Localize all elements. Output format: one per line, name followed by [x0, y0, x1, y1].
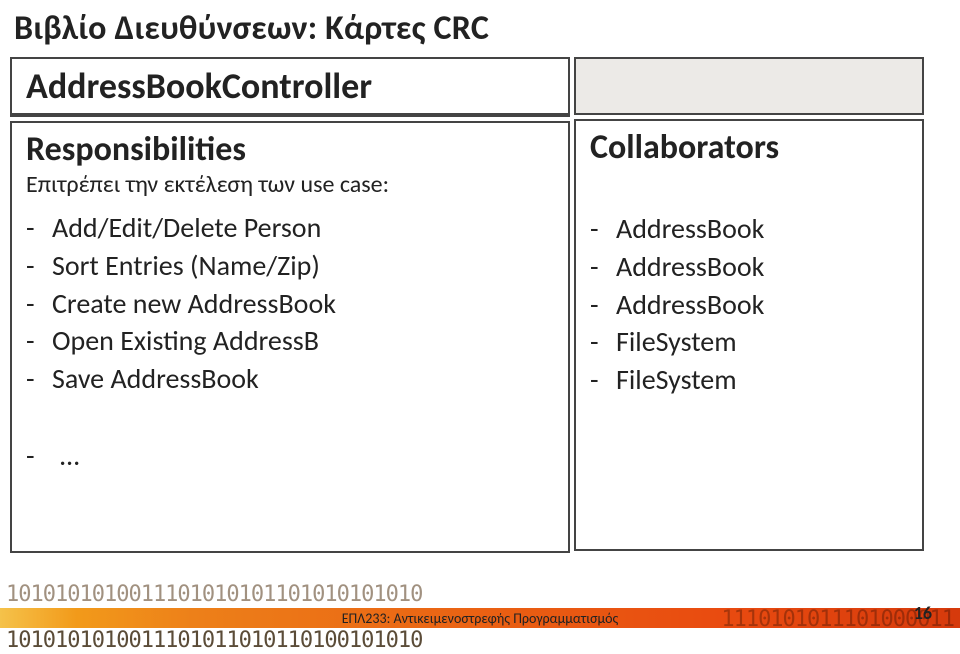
- responsibilities-header: Responsibilities: [12, 123, 568, 170]
- collaborators-header: Collaborators: [576, 121, 922, 168]
- list-item-label: FileSystem: [616, 361, 737, 399]
- list-item-label: AddressBook: [616, 248, 764, 286]
- list-item-label: Create new AddressBook: [52, 285, 336, 323]
- collaborators-list: -AddressBook -AddressBook -AddressBook -…: [576, 206, 922, 403]
- list-item-label: AddressBook: [616, 210, 764, 248]
- crc-responsibilities-box: Responsibilities Επιτρέπει την εκτέλεση …: [10, 121, 570, 553]
- list-item: -FileSystem: [590, 323, 908, 361]
- list-item: -AddressBook: [590, 210, 908, 248]
- bullet-dash: -: [26, 247, 52, 285]
- bullet-dash: -: [26, 438, 60, 473]
- page-number: 16: [914, 602, 932, 624]
- list-item: -Add/Edit/Delete Person: [26, 209, 554, 247]
- footer-bits-bottom: 1010101010011101011010110100101010: [0, 628, 960, 654]
- footer-bits-top: 1010101010011101010101101010101010: [0, 582, 960, 608]
- list-item: -Sort Entries (Name/Zip): [26, 247, 554, 285]
- footer-course-label: ΕΠΛ233: Αντικειμενοστρεφής Προγραμματισμ…: [342, 610, 619, 627]
- bullet-dash: -: [590, 361, 616, 399]
- list-item-label: FileSystem: [616, 323, 737, 361]
- crc-class-name: AddressBookController: [12, 59, 568, 115]
- bullet-dash: -: [26, 285, 52, 323]
- crc-collaborators-box: Collaborators -AddressBook -AddressBook …: [574, 119, 924, 551]
- responsibilities-subtitle: Επιτρέπει την εκτέλεση των use case:: [12, 170, 568, 205]
- responsibilities-ellipsis: -…: [12, 402, 568, 473]
- bullet-dash: -: [26, 360, 52, 398]
- bullet-dash: -: [26, 322, 52, 360]
- bullet-dash: -: [26, 209, 52, 247]
- ellipsis-label: …: [60, 438, 79, 473]
- list-item-label: Add/Edit/Delete Person: [52, 209, 321, 247]
- crc-top-right-spacer: [574, 57, 924, 115]
- footer-gradient: 1110101011101000011 ΕΠΛ233: Αντικειμενοσ…: [0, 608, 960, 628]
- list-item: -AddressBook: [590, 286, 908, 324]
- list-item: -Save AddressBook: [26, 360, 554, 398]
- list-item: -Create new AddressBook: [26, 285, 554, 323]
- bullet-dash: -: [590, 210, 616, 248]
- bullet-dash: -: [590, 248, 616, 286]
- list-item: -FileSystem: [590, 361, 908, 399]
- slide-title: Βιβλίο Διευθύνσεων: Κάρτες CRC: [0, 0, 960, 53]
- crc-left-column: AddressBookController Responsibilities Ε…: [10, 57, 570, 553]
- bullet-dash: -: [590, 286, 616, 324]
- crc-right-column: Collaborators -AddressBook -AddressBook …: [574, 57, 924, 553]
- crc-card-row: AddressBookController Responsibilities Ε…: [0, 53, 960, 553]
- list-item: -AddressBook: [590, 248, 908, 286]
- list-item-label: Save AddressBook: [52, 360, 259, 398]
- bullet-dash: -: [590, 323, 616, 361]
- list-item-label: Open Existing AddressB: [52, 322, 319, 360]
- footer-bar: 1010101010011101010101101010101010 11101…: [0, 582, 960, 654]
- list-item: -Open Existing AddressB: [26, 322, 554, 360]
- crc-class-name-box: AddressBookController: [10, 57, 570, 117]
- list-item-label: AddressBook: [616, 286, 764, 324]
- responsibilities-list: -Add/Edit/Delete Person -Sort Entries (N…: [12, 205, 568, 402]
- list-item-label: Sort Entries (Name/Zip): [52, 247, 320, 285]
